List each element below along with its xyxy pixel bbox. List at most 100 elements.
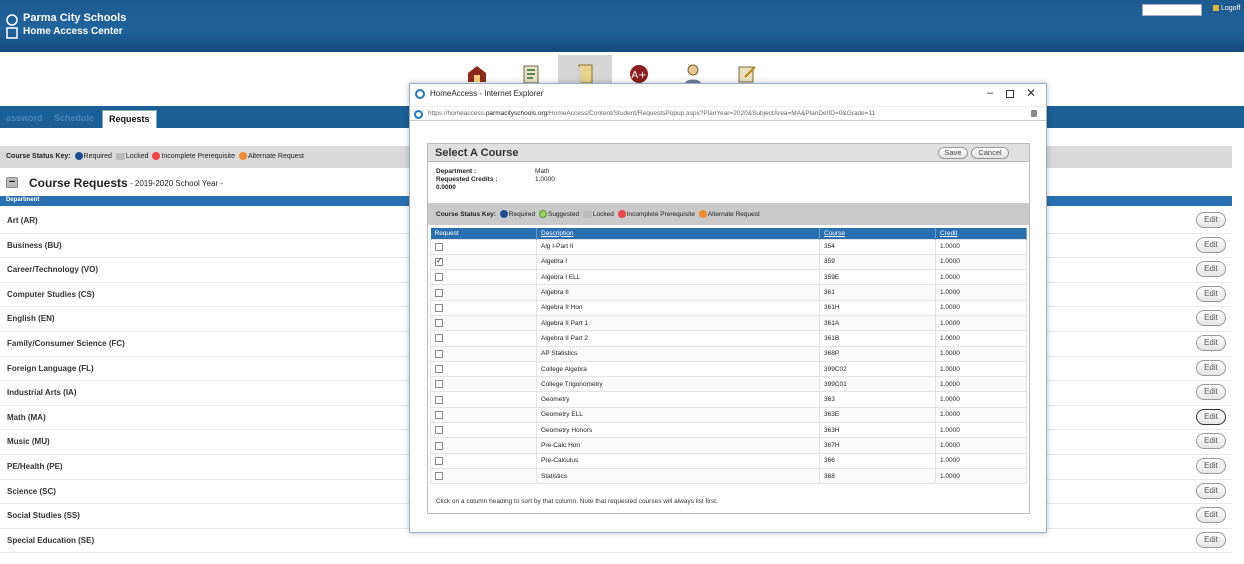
edit-button[interactable]: Edit	[1196, 408, 1226, 425]
tab-password[interactable]: assword	[0, 110, 49, 128]
edit-button[interactable]: Edit	[1196, 507, 1226, 524]
cancel-button[interactable]: Cancel	[971, 147, 1009, 159]
course-row: AP Statistics 368P 1.0000	[430, 345, 1027, 362]
request-checkbox[interactable]	[435, 334, 443, 343]
request-checkbox[interactable]	[435, 395, 443, 404]
edit-button[interactable]: Edit	[1196, 236, 1226, 253]
course-description: College Trigonometry	[536, 376, 820, 393]
request-checkbox[interactable]	[435, 426, 443, 435]
app-header: Parma City Schools Home Access Center Lo…	[0, 0, 1244, 52]
request-cell	[430, 467, 537, 485]
address-bar[interactable]: https://homeaccess.parmacityschools.org/…	[410, 106, 1046, 121]
course-description: College Algebra	[536, 360, 820, 378]
request-checkbox[interactable]	[435, 410, 443, 419]
course-table-header: Request Description Course Credit	[430, 228, 1027, 239]
course-code: 399C02	[819, 360, 936, 378]
column-credit[interactable]: Credit	[935, 228, 1027, 239]
course-description: Geometry ELL	[536, 406, 820, 424]
course-code: 363E	[819, 406, 936, 424]
url-domain: parmacityschools.org	[485, 110, 548, 117]
request-checkbox[interactable]	[435, 319, 443, 328]
course-code: 366	[819, 452, 936, 469]
course-description: Alg I-Part II	[536, 238, 820, 255]
edit-button[interactable]: Edit	[1196, 285, 1226, 302]
column-request[interactable]: Request	[430, 228, 537, 239]
required-icon	[499, 210, 508, 218]
suggested-icon	[538, 210, 547, 218]
edit-button[interactable]: Edit	[1196, 261, 1226, 278]
tab-schedule[interactable]: Schedule	[48, 110, 100, 128]
course-credit: 1.0000	[935, 269, 1027, 286]
department-name: Special Education (SE)	[7, 535, 95, 545]
request-checkbox[interactable]	[435, 273, 443, 282]
required-icon	[74, 152, 83, 160]
edit-button[interactable]: Edit	[1196, 310, 1226, 327]
course-code: 399C01	[819, 376, 936, 393]
course-description: Geometry	[536, 391, 820, 408]
course-description: Algebra I	[536, 253, 820, 271]
requested-credits-label: Requested Credits :	[436, 176, 498, 183]
edit-button[interactable]: Edit	[1196, 482, 1226, 499]
department-name: Family/Consumer Science (FC)	[7, 338, 125, 348]
edit-button[interactable]: Edit	[1196, 359, 1226, 376]
course-requests-title: Course Requests	[29, 176, 128, 190]
course-row: Statistics 368 1.0000	[430, 467, 1027, 485]
department-name: Business (BU)	[7, 240, 62, 250]
select-course-heading: Select A Course	[435, 147, 519, 159]
request-checkbox[interactable]	[435, 256, 443, 266]
column-description[interactable]: Description	[536, 228, 820, 239]
department-name: English (EN)	[7, 314, 55, 324]
edit-button[interactable]: Edit	[1196, 212, 1226, 228]
course-row: Pre-Calculus 366 1.0000	[430, 452, 1027, 469]
edit-button[interactable]: Edit	[1196, 384, 1226, 401]
course-credit: 1.0000	[935, 406, 1027, 424]
department-name: PE/Health (PE)	[7, 461, 63, 471]
request-checkbox[interactable]	[435, 349, 443, 358]
request-cell	[430, 284, 537, 301]
collapse-button[interactable]: −	[6, 177, 18, 188]
lock-icon	[1213, 5, 1219, 11]
edit-button[interactable]: Edit	[1196, 531, 1226, 548]
course-description: Geometry Honors	[536, 422, 820, 439]
app-name: Home Access Center	[23, 26, 123, 37]
course-credit: 1.0000	[935, 437, 1027, 454]
logoff-link[interactable]: Logoff	[1213, 5, 1240, 12]
request-checkbox[interactable]	[435, 303, 443, 312]
course-code: 361A	[819, 314, 936, 332]
request-cell	[430, 452, 537, 469]
course-description: Algebra II	[536, 284, 820, 301]
request-checkbox[interactable]	[435, 472, 443, 481]
minimize-button[interactable]: –	[987, 87, 993, 99]
course-description: Algebra II Hon	[536, 299, 820, 316]
edit-button[interactable]: Edit	[1196, 457, 1226, 474]
request-checkbox[interactable]	[435, 456, 443, 465]
status-key-label: Course Status Key:	[6, 153, 71, 160]
course-description: Algebra II Part 2	[536, 330, 820, 347]
edit-button[interactable]: Edit	[1196, 334, 1226, 351]
locked-icon	[115, 153, 125, 160]
request-checkbox[interactable]	[435, 288, 443, 297]
tab-requests[interactable]: Requests	[102, 110, 157, 128]
close-button[interactable]: ✕	[1026, 86, 1036, 100]
alternate-label: Alternate Request	[247, 153, 304, 160]
header-search-input[interactable]	[1142, 4, 1202, 16]
course-credit: 1.0000	[935, 345, 1027, 362]
course-credit: 1.0000	[935, 391, 1027, 408]
locked-icon	[582, 211, 592, 218]
department-name: Foreign Language (FL)	[7, 363, 94, 373]
maximize-button[interactable]	[1006, 90, 1014, 98]
request-checkbox[interactable]	[435, 242, 443, 251]
request-checkbox[interactable]	[435, 380, 443, 389]
course-description: Algebra II Part 1	[536, 314, 820, 332]
request-checkbox[interactable]	[435, 441, 443, 450]
popup-url: https://homeaccess.parmacityschools.org/…	[428, 110, 875, 117]
save-button[interactable]: Save	[938, 147, 968, 159]
column-course[interactable]: Course	[819, 228, 936, 239]
request-checkbox[interactable]	[435, 365, 443, 374]
edit-button[interactable]: Edit	[1196, 433, 1226, 450]
required-label: Required	[508, 211, 536, 218]
department-name: Art (AR)	[7, 216, 38, 225]
url-path: /HomeAccess/Content/Student/RequestsPopu…	[547, 110, 876, 117]
request-cell	[430, 330, 537, 347]
course-row: College Algebra 399C02 1.0000	[430, 360, 1027, 378]
